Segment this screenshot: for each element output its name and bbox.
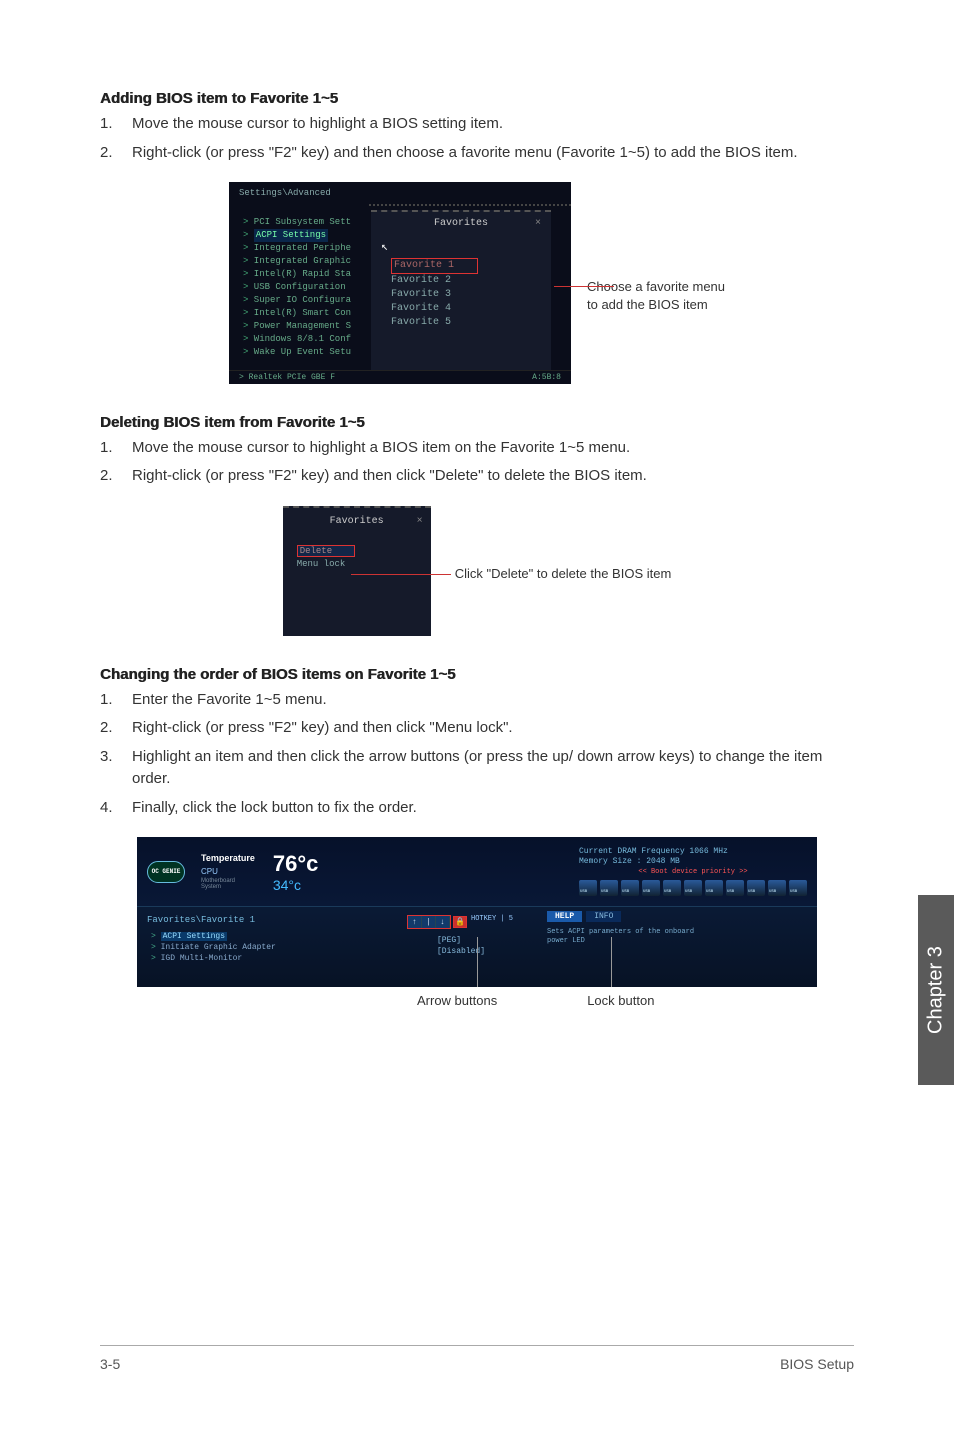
- cpu-temp-value: 76°c: [273, 851, 319, 877]
- favorites-popup: Favorites × Delete Menu lock: [283, 506, 431, 636]
- boot-device-icon[interactable]: [579, 880, 597, 896]
- page-number: 3-5: [100, 1356, 120, 1372]
- step-num: 2.: [100, 717, 118, 740]
- close-icon[interactable]: ×: [535, 218, 541, 229]
- figure-reorder-favorite: OC GENIE Temperature CPU MotherboardSyst…: [100, 837, 854, 1008]
- boot-device-icon[interactable]: [705, 880, 723, 896]
- footer-left: > Realtek PCIe GBE F: [239, 373, 335, 382]
- popup-title: Favorites: [434, 218, 488, 229]
- arrow-buttons-label: Arrow buttons: [417, 993, 497, 1008]
- delete-option[interactable]: Delete: [297, 545, 355, 557]
- step-num: 4.: [100, 797, 118, 820]
- boot-device-icon[interactable]: [789, 880, 807, 896]
- callout-leader: [611, 937, 612, 987]
- step-num: 1.: [100, 113, 118, 136]
- menulock-option[interactable]: Menu lock: [297, 559, 431, 569]
- help-text: Sets ACPI parameters of the onboard powe…: [547, 928, 697, 946]
- bios-screenshot: OC GENIE Temperature CPU MotherboardSyst…: [137, 837, 817, 987]
- list-item[interactable]: ACPI Settings: [151, 931, 367, 942]
- boot-device-icon[interactable]: [684, 880, 702, 896]
- cpu-label: CPU: [201, 867, 255, 876]
- memory-info: Memory Size : 2048 MB: [579, 857, 807, 867]
- setting-value: [PEG]: [437, 935, 547, 946]
- cursor-icon: ↖: [381, 239, 551, 254]
- lock-button-label: Lock button: [587, 993, 654, 1008]
- figure-delete-favorite: Favorites × Delete Menu lock Click "Dele…: [283, 506, 672, 636]
- arrow-down-icon[interactable]: ↓: [436, 916, 450, 928]
- callout-text: Choose a favorite menu to add the BIOS i…: [587, 278, 725, 314]
- close-icon[interactable]: ×: [417, 516, 423, 527]
- callout-text: Click "Delete" to delete the BIOS item: [455, 566, 672, 581]
- lock-button[interactable]: 🔒: [453, 916, 467, 928]
- bios-panel: Settings\Advanced PCI Subsystem Sett ACP…: [229, 182, 571, 384]
- boot-device-icon[interactable]: [642, 880, 660, 896]
- setting-value: [Disabled]: [437, 946, 547, 957]
- oc-genie-button[interactable]: OC GENIE: [147, 861, 185, 883]
- section2-steps: 1. Move the mouse cursor to highlight a B…: [100, 437, 854, 488]
- popup-title: Favorites: [330, 516, 384, 527]
- boot-device-icon[interactable]: [600, 880, 618, 896]
- footer-right: A:5B:8: [532, 373, 561, 382]
- boot-device-icon[interactable]: [621, 880, 639, 896]
- step-text: Move the mouse cursor to highlight a BIO…: [132, 113, 503, 136]
- boot-device-icon[interactable]: [726, 880, 744, 896]
- callout-leader: [554, 286, 614, 287]
- section2-title: Deleting BIOS item from Favorite 1~5: [100, 414, 854, 431]
- favorite-option[interactable]: Favorite 1: [391, 258, 478, 274]
- boot-device-icon[interactable]: [768, 880, 786, 896]
- step-num: 2.: [100, 465, 118, 488]
- boot-device-strip[interactable]: [579, 880, 807, 896]
- step-text: Move the mouse cursor to highlight a BIO…: [132, 437, 630, 460]
- favorite-path: Favorites\Favorite 1: [137, 907, 367, 931]
- favorite-option[interactable]: Favorite 4: [391, 302, 551, 316]
- favorite-option[interactable]: Favorite 2: [391, 274, 551, 288]
- favorite-option[interactable]: Favorite 5: [391, 316, 551, 330]
- page-footer: 3-5 BIOS Setup: [100, 1345, 854, 1372]
- step-num: 1.: [100, 437, 118, 460]
- boot-device-icon[interactable]: [747, 880, 765, 896]
- section3-title: Changing the order of BIOS items on Favo…: [100, 666, 854, 683]
- step-num: 2.: [100, 142, 118, 165]
- favorite-option[interactable]: Favorite 3: [391, 288, 551, 302]
- help-tab[interactable]: HELP: [547, 911, 582, 922]
- temperature-label: Temperature: [201, 853, 255, 863]
- boot-priority-label: << Boot device priority >>: [579, 868, 807, 877]
- favorites-popup: Favorites × ↖ Favorite 1 Favorite 2 Favo…: [371, 210, 551, 370]
- list-item[interactable]: Initiate Graphic Adapter: [151, 942, 367, 953]
- info-tab[interactable]: INFO: [586, 911, 621, 922]
- step-text: Highlight an item and then click the arr…: [132, 746, 854, 791]
- footer-title: BIOS Setup: [780, 1356, 854, 1372]
- dram-info: Current DRAM Frequency 1066 MHz: [579, 847, 807, 857]
- step-text: Finally, click the lock button to fix th…: [132, 797, 417, 820]
- arrow-buttons[interactable]: ↑ | ↓: [407, 915, 451, 929]
- mb-temp-value: 34°c: [273, 877, 319, 893]
- hotkey-label: HOTKEY | 5: [471, 915, 513, 923]
- step-text: Right-click (or press "F2" key) and then…: [132, 142, 798, 165]
- arrow-sep-icon: |: [422, 916, 436, 928]
- chapter-tab: Chapter 3: [918, 895, 954, 1085]
- arrow-up-icon[interactable]: ↑: [408, 916, 422, 928]
- list-item[interactable]: IGD Multi-Monitor: [151, 953, 367, 964]
- callout-leader: [351, 574, 451, 575]
- section1-title: Adding BIOS item to Favorite 1~5: [100, 90, 854, 107]
- step-num: 1.: [100, 689, 118, 712]
- step-text: Enter the Favorite 1~5 menu.: [132, 689, 327, 712]
- bios-breadcrumb: Settings\Advanced: [229, 188, 571, 204]
- step-text: Right-click (or press "F2" key) and then…: [132, 717, 513, 740]
- callout-leader: [477, 937, 478, 987]
- step-text: Right-click (or press "F2" key) and then…: [132, 465, 647, 488]
- section3-steps: 1. Enter the Favorite 1~5 menu. 2. Right-c…: [100, 689, 854, 820]
- step-num: 3.: [100, 746, 118, 791]
- motherboard-label: MotherboardSystem: [201, 878, 255, 890]
- section1-steps: 1. Move the mouse cursor to highlight a B…: [100, 113, 854, 164]
- boot-device-icon[interactable]: [663, 880, 681, 896]
- figure-add-favorite: Settings\Advanced PCI Subsystem Sett ACP…: [229, 182, 725, 384]
